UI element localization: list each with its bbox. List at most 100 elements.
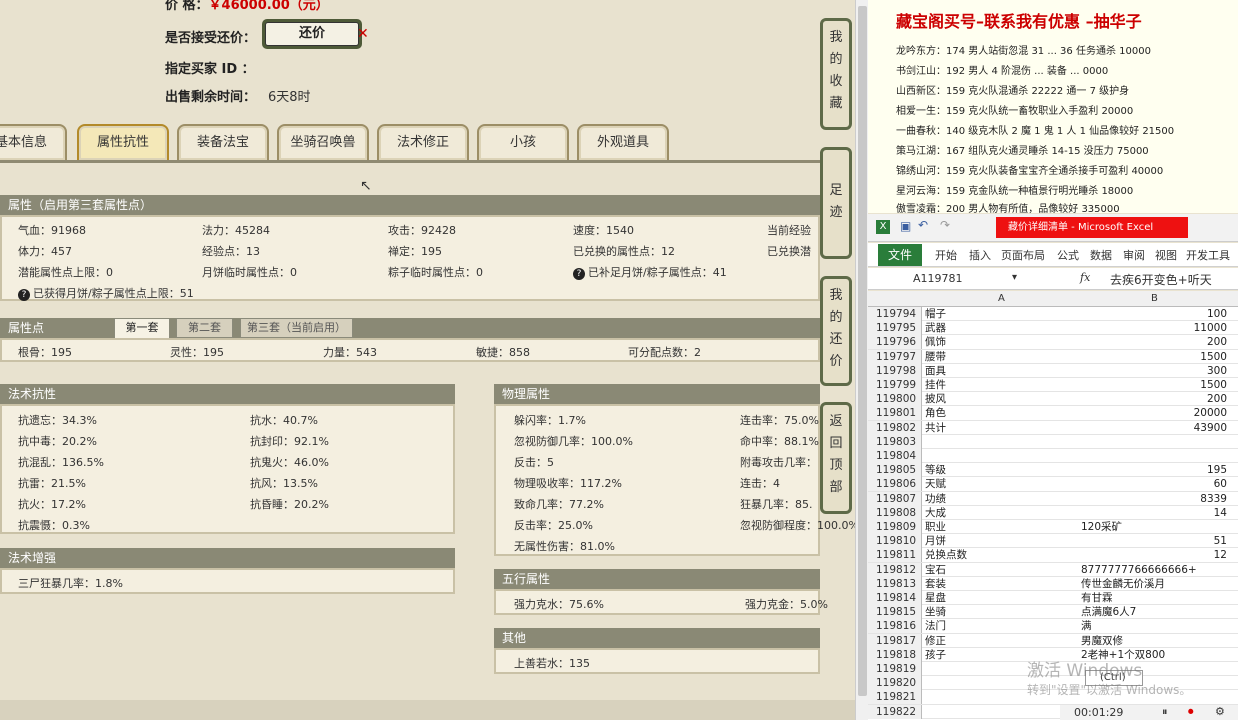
row-number[interactable]: 119809 bbox=[868, 520, 922, 534]
table-row[interactable]: 119814 星盘 有甘霖 bbox=[868, 591, 1238, 606]
cell-a[interactable]: 宝石 bbox=[925, 563, 946, 577]
ribbon-insert[interactable]: 插入 bbox=[969, 247, 991, 263]
col-a-header[interactable]: A bbox=[998, 293, 1005, 304]
footprint-button[interactable]: 足迹 bbox=[820, 147, 852, 259]
table-row[interactable]: 119804 bbox=[868, 449, 1238, 464]
tab-child[interactable]: 小孩 bbox=[477, 124, 569, 162]
table-row[interactable]: 119817 修正 男魔双修 bbox=[868, 633, 1238, 648]
row-number[interactable]: 119820 bbox=[868, 676, 922, 691]
table-row[interactable]: 119802 共计 43900 bbox=[868, 420, 1238, 435]
cell-a[interactable]: 坐骑 bbox=[925, 605, 946, 619]
tab-equipment[interactable]: 装备法宝 bbox=[177, 124, 269, 162]
table-row[interactable]: 119816 法门 满 bbox=[868, 619, 1238, 634]
row-number[interactable]: 119794 bbox=[868, 307, 922, 321]
row-number[interactable]: 119819 bbox=[868, 662, 922, 676]
counter-offer-button[interactable]: 还价 bbox=[262, 19, 362, 49]
table-row[interactable]: 119798 面具 300 bbox=[868, 363, 1238, 378]
row-number[interactable]: 119807 bbox=[868, 491, 922, 506]
table-row[interactable]: 119805 等级 195 bbox=[868, 463, 1238, 478]
cell-a[interactable]: 挂件 bbox=[925, 378, 946, 392]
help-icon[interactable]: ? bbox=[18, 289, 30, 301]
cell-a[interactable]: 孩子 bbox=[925, 648, 946, 662]
cell-b[interactable]: 11000 bbox=[1081, 321, 1227, 335]
row-number[interactable]: 119806 bbox=[868, 477, 922, 492]
subtab-third[interactable]: 第三套（当前启用） bbox=[240, 318, 353, 338]
table-row[interactable]: 119794 帽子 100 bbox=[868, 307, 1238, 322]
cell-a[interactable]: 佩饰 bbox=[925, 335, 946, 349]
row-number[interactable]: 119801 bbox=[868, 406, 922, 421]
tab-spell-correction[interactable]: 法术修正 bbox=[377, 124, 469, 162]
close-icon[interactable]: ✕ bbox=[357, 26, 369, 42]
table-row[interactable]: 119803 bbox=[868, 434, 1238, 449]
my-counter-offers-button[interactable]: 我的还价 bbox=[820, 276, 852, 386]
row-number[interactable]: 119795 bbox=[868, 321, 922, 336]
cell-b[interactable]: 点满魔6人7 bbox=[1081, 605, 1227, 619]
row-number[interactable]: 119821 bbox=[868, 690, 922, 705]
cell-b[interactable]: 195 bbox=[1081, 463, 1227, 477]
table-row[interactable]: 119795 武器 11000 bbox=[868, 321, 1238, 336]
row-number[interactable]: 119797 bbox=[868, 349, 922, 364]
table-row[interactable]: 119809 职业 120采矿 bbox=[868, 520, 1238, 535]
fx-icon[interactable]: fx bbox=[1080, 271, 1090, 284]
row-number[interactable]: 119811 bbox=[868, 548, 922, 563]
row-number[interactable]: 119804 bbox=[868, 449, 922, 463]
row-number[interactable]: 119817 bbox=[868, 633, 922, 648]
table-row[interactable]: 119807 功绩 8339 bbox=[868, 491, 1238, 506]
row-number[interactable]: 119812 bbox=[868, 562, 922, 577]
cell-a[interactable]: 披风 bbox=[925, 392, 946, 406]
cell-b[interactable]: 有甘霖 bbox=[1081, 591, 1227, 605]
cell-b[interactable]: 100 bbox=[1081, 307, 1227, 321]
cell-a[interactable]: 共计 bbox=[925, 421, 946, 435]
cell-a[interactable]: 面具 bbox=[925, 364, 946, 378]
row-number[interactable]: 119816 bbox=[868, 619, 922, 634]
table-row[interactable]: 119810 月饼 51 bbox=[868, 534, 1238, 549]
cell-b[interactable]: 300 bbox=[1081, 364, 1227, 378]
subtab-second[interactable]: 第二套 bbox=[176, 318, 233, 338]
cell-a[interactable]: 职业 bbox=[925, 520, 946, 534]
tab-basic[interactable]: 基本信息 bbox=[0, 124, 67, 162]
table-row[interactable]: 119806 天赋 60 bbox=[868, 477, 1238, 492]
row-number[interactable]: 119803 bbox=[868, 434, 922, 449]
row-number[interactable]: 119818 bbox=[868, 647, 922, 662]
scrollbar-thumb[interactable] bbox=[858, 6, 867, 696]
chevron-down-icon[interactable]: ▾ bbox=[1012, 272, 1017, 283]
cell-a[interactable]: 套装 bbox=[925, 577, 946, 591]
cell-a[interactable]: 修正 bbox=[925, 634, 946, 648]
ribbon-view[interactable]: 视图 bbox=[1155, 247, 1177, 263]
cell-a[interactable]: 角色 bbox=[925, 406, 946, 420]
cell-b[interactable]: 1500 bbox=[1081, 378, 1227, 392]
cell-b[interactable]: 12 bbox=[1081, 548, 1227, 562]
cell-a[interactable]: 武器 bbox=[925, 321, 946, 335]
cell-b[interactable]: 满 bbox=[1081, 619, 1227, 633]
formula-input[interactable]: 去疾6开变色+听天 bbox=[1110, 271, 1212, 288]
row-number[interactable]: 119810 bbox=[868, 534, 922, 549]
cell-b[interactable]: 200 bbox=[1081, 335, 1227, 349]
table-row[interactable]: 119800 披风 200 bbox=[868, 392, 1238, 407]
row-number[interactable]: 119796 bbox=[868, 335, 922, 350]
cell-b[interactable]: 男魔双修 bbox=[1081, 634, 1227, 648]
pause-icon[interactable]: ⏸ bbox=[1162, 705, 1168, 719]
table-row[interactable]: 119796 佩饰 200 bbox=[868, 335, 1238, 350]
tab-appearance[interactable]: 外观道具 bbox=[577, 124, 669, 162]
cell-a[interactable]: 星盘 bbox=[925, 591, 946, 605]
my-favorites-button[interactable]: 我的收藏 bbox=[820, 18, 852, 130]
ribbon-developer[interactable]: 开发工具 bbox=[1186, 247, 1230, 263]
ribbon-data[interactable]: 数据 bbox=[1090, 247, 1112, 263]
tab-attributes[interactable]: 属性抗性 bbox=[77, 124, 169, 162]
cell-a[interactable]: 月饼 bbox=[925, 534, 946, 548]
ribbon-layout[interactable]: 页面布局 bbox=[1001, 247, 1045, 263]
ribbon-formulas[interactable]: 公式 bbox=[1057, 247, 1079, 263]
cell-b[interactable]: 60 bbox=[1081, 477, 1227, 491]
table-row[interactable]: 119811 兑换点数 12 bbox=[868, 548, 1238, 563]
page-scrollbar[interactable] bbox=[855, 0, 868, 720]
cell-a[interactable]: 功绩 bbox=[925, 492, 946, 506]
cell-b[interactable]: 51 bbox=[1081, 534, 1227, 548]
cell-b[interactable]: 14 bbox=[1081, 506, 1227, 520]
cell-a[interactable]: 帽子 bbox=[925, 307, 946, 321]
ribbon-home[interactable]: 开始 bbox=[935, 247, 957, 263]
redo-icon[interactable]: ↷ bbox=[940, 218, 950, 232]
row-number[interactable]: 119805 bbox=[868, 463, 922, 478]
cell-b[interactable]: 20000 bbox=[1081, 406, 1227, 420]
cell-b[interactable]: 8339 bbox=[1081, 492, 1227, 506]
table-row[interactable]: 119808 大成 14 bbox=[868, 505, 1238, 520]
